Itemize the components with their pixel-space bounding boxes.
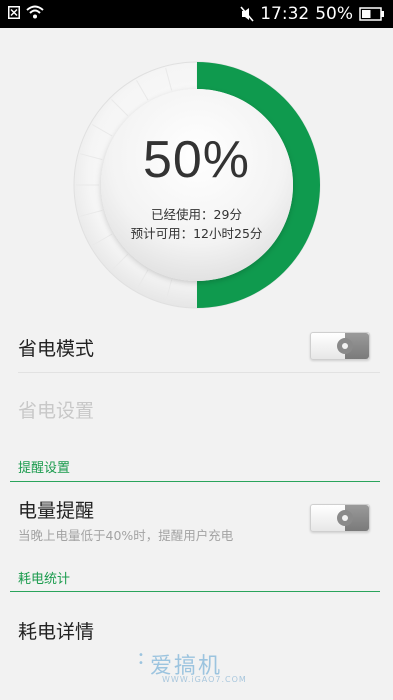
toggle-knob [337, 505, 369, 531]
status-bar: 17:32 50% [0, 0, 393, 28]
time-remaining-text: 预计可用：12小时25分 [130, 226, 263, 241]
watermark-url: WWW.iGAO7.COM [162, 675, 247, 684]
battery-icon [359, 7, 384, 21]
consumption-details-row[interactable]: 耗电详情 [0, 608, 393, 652]
watermark-dots-icon: • • [138, 650, 144, 669]
battery-reminder-row[interactable]: 电量提醒 当晚上电量低于40%时，提醒用户充电 [0, 490, 393, 550]
mute-icon [240, 6, 254, 22]
section-divider [10, 481, 380, 482]
power-saving-settings-row: 省电设置 [0, 388, 393, 428]
battery-percent-text: 50% [315, 4, 353, 24]
battery-reminder-label: 电量提醒 [18, 500, 95, 522]
consumption-details-label: 耗电详情 [18, 621, 95, 643]
power-saving-mode-label: 省电模式 [18, 338, 95, 360]
wifi-icon [26, 5, 44, 19]
time-used-text: 已经使用：29分 [151, 207, 242, 222]
battery-percent-label: 50% [142, 131, 251, 189]
battery-reminder-toggle[interactable] [310, 504, 370, 532]
power-saving-mode-toggle[interactable] [310, 332, 370, 360]
power-saving-mode-row[interactable]: 省电模式 [0, 328, 393, 372]
reminder-section-header: 提醒设置 [18, 461, 71, 476]
close-box-icon [8, 5, 20, 19]
battery-reminder-description: 当晚上电量低于40%时，提醒用户充电 [18, 528, 234, 543]
battery-dial-area: 50% 已经使用：29分 预计可用：12小时25分 [0, 28, 393, 328]
section-divider [10, 591, 380, 592]
watermark-logo: • • 爱搞机 WWW.iGAO7.COM [138, 648, 246, 685]
clock-time: 17:32 [260, 4, 310, 24]
divider [18, 372, 380, 373]
toggle-knob [337, 333, 369, 359]
power-saving-settings-label: 省电设置 [18, 400, 95, 422]
consumption-section-header: 耗电统计 [18, 572, 71, 587]
